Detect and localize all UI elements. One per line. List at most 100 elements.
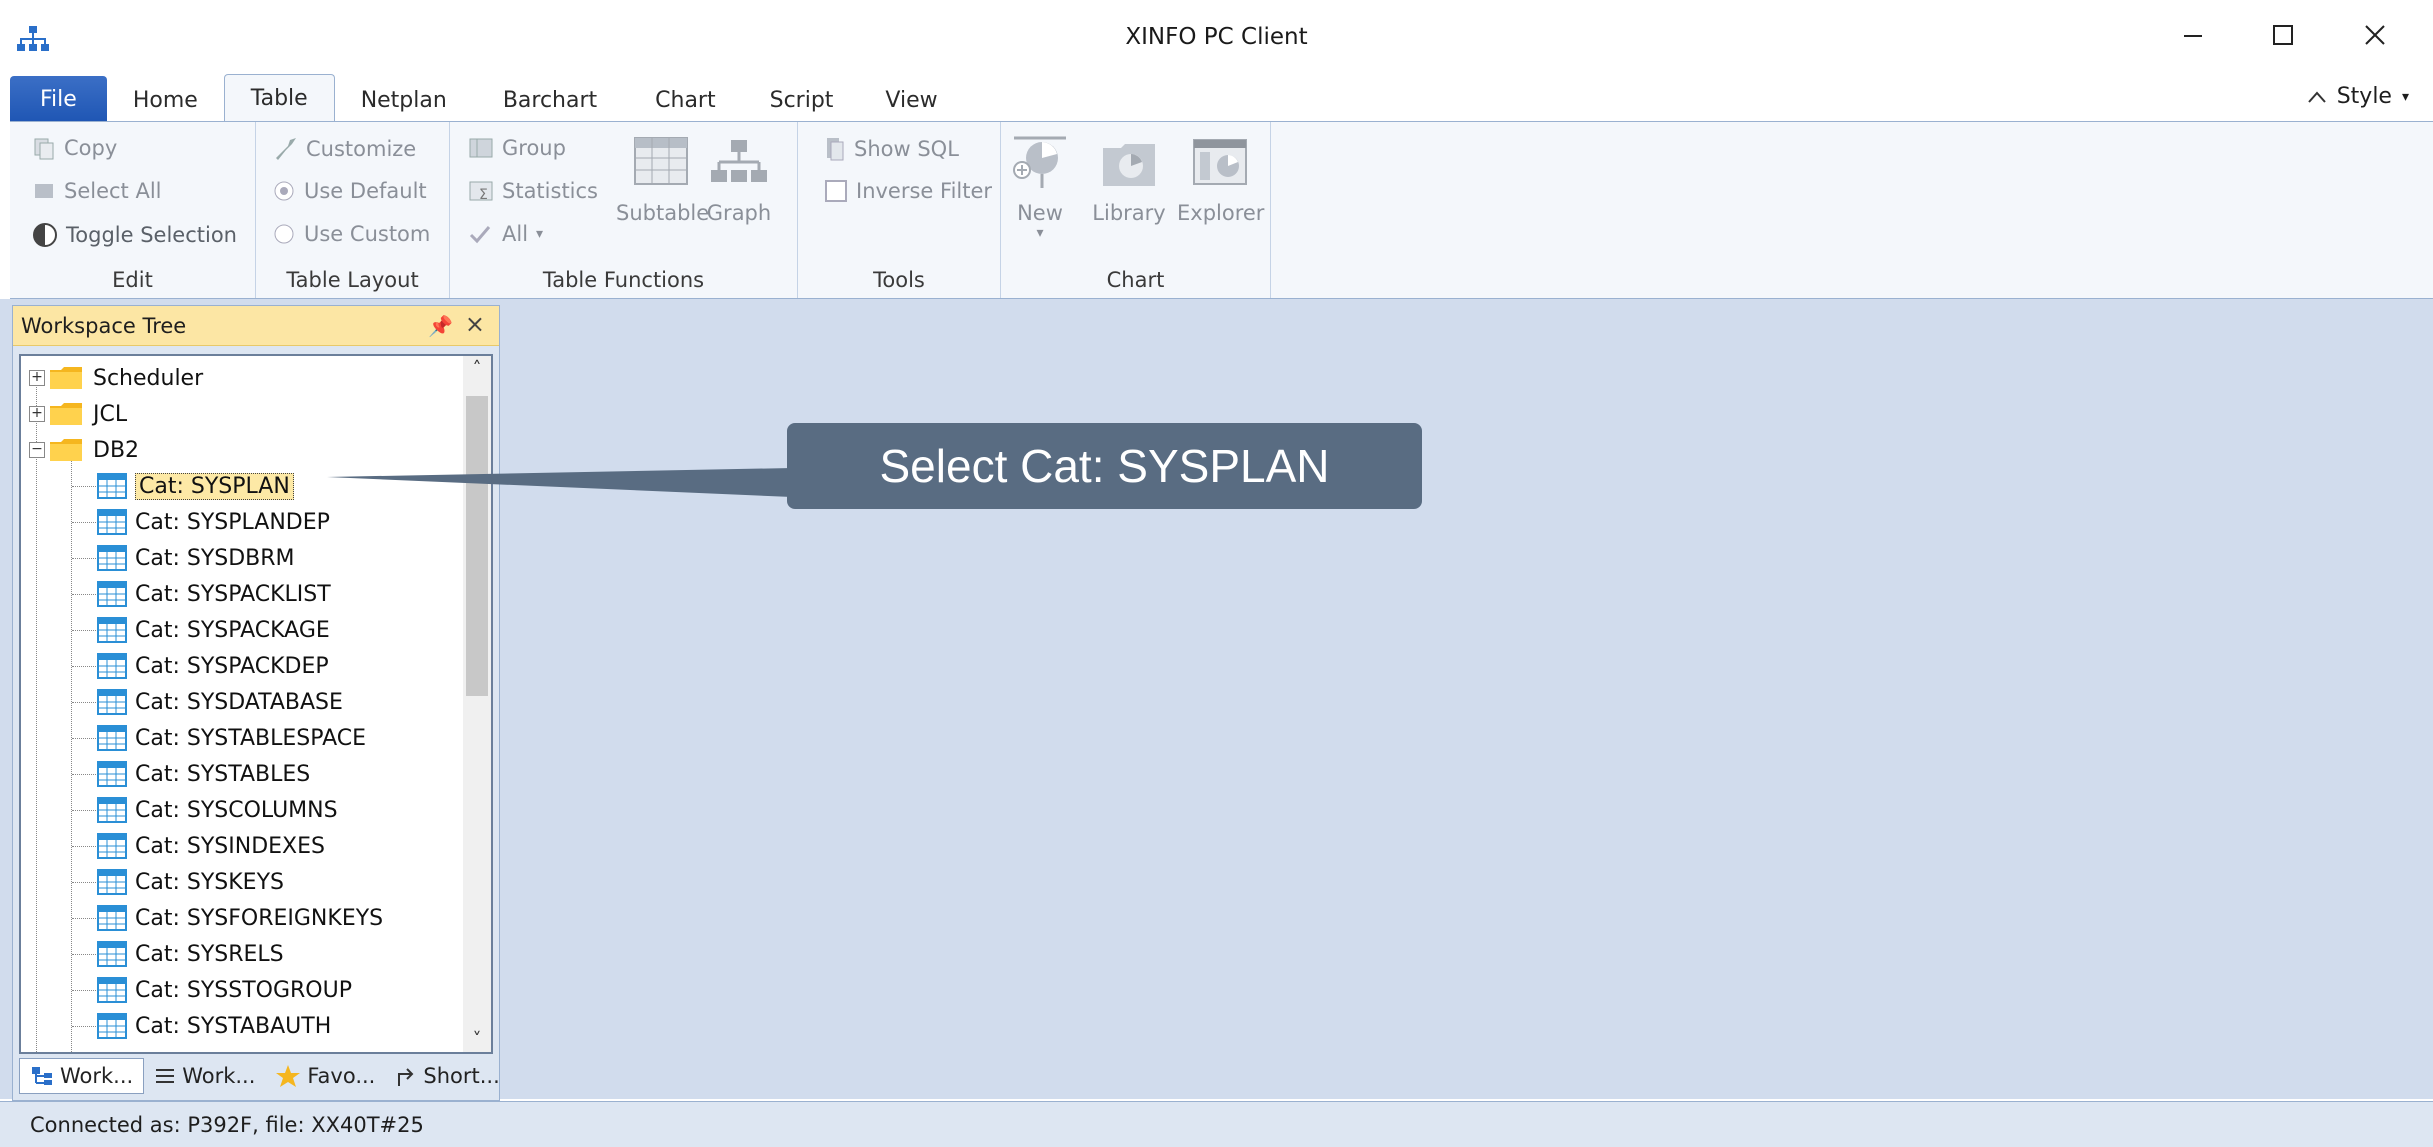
shortcut-arrow-icon: [398, 1068, 414, 1086]
tab-chart[interactable]: Chart: [627, 78, 743, 122]
table-icon: [97, 1013, 127, 1039]
all-label: All: [502, 222, 529, 246]
close-window-button[interactable]: [2340, 10, 2410, 60]
tab-barchart[interactable]: Barchart: [473, 78, 627, 122]
subtable-button[interactable]: Subtable: [616, 136, 709, 225]
tree-node-label: Cat: SYSINDEXES: [135, 833, 325, 859]
style-menu[interactable]: Style ▾: [2307, 84, 2409, 109]
group-chart: New ▾ Library Explorer Chart: [1001, 122, 1271, 298]
library-label: Library: [1092, 201, 1166, 225]
tab-label: Short...: [423, 1064, 500, 1088]
tab-workspace-tree[interactable]: Work...: [19, 1058, 145, 1094]
tab-table[interactable]: Table: [223, 74, 335, 122]
table-icon: [97, 905, 127, 931]
tree-node-label: Cat: SYSRELS: [135, 941, 284, 967]
collapse-ribbon-icon: [2307, 90, 2326, 103]
tree-node-catalog-table[interactable]: Cat: SYSINDEXES: [97, 829, 325, 863]
use-default-radio[interactable]: Use Default: [272, 179, 427, 203]
minimize-button[interactable]: [2158, 10, 2228, 60]
table-icon: [97, 725, 127, 751]
new-chart-button[interactable]: New ▾: [1005, 136, 1075, 241]
tree-node-catalog-table[interactable]: Cat: SYSPLAN: [97, 469, 294, 503]
radio-checked-icon: [274, 181, 294, 201]
tree-node-db2[interactable]: − DB2: [29, 433, 139, 467]
group-edit: Copy Select All Toggle Selection Edit: [10, 122, 256, 298]
statistics-button[interactable]: Σ Statistics: [468, 179, 598, 203]
folder-icon: [50, 403, 82, 425]
tree-node-catalog-table[interactable]: Cat: SYSDATABASE: [97, 685, 343, 719]
tree-node-label: Cat: SYSPLANDEP: [135, 509, 330, 535]
tab-shortcuts[interactable]: Short...: [385, 1058, 509, 1094]
maximize-button[interactable]: [2248, 10, 2318, 60]
tab-netplan[interactable]: Netplan: [335, 78, 473, 122]
expand-plus-icon[interactable]: +: [29, 370, 45, 386]
copy-button[interactable]: Copy: [32, 136, 117, 160]
tree-node-catalog-table[interactable]: Cat: SYSTABLESPACE: [97, 721, 366, 755]
tree-node-label: Cat: SYSTABLESPACE: [135, 725, 367, 751]
tree-node-catalog-table[interactable]: Cat: SYSPACKLIST: [97, 577, 331, 611]
all-dropdown[interactable]: All ▾: [468, 222, 543, 246]
tab-view[interactable]: View: [859, 78, 963, 122]
chevron-down-icon: ▾: [536, 226, 544, 242]
tree-node-label: Cat: SYSKEYS: [135, 869, 284, 895]
status-bar: Connected as: P392F, file: XX40T#25: [0, 1101, 2433, 1147]
group-label-chart: Chart: [1106, 268, 1165, 292]
tree-node-catalog-table[interactable]: Cat: SYSPACKDEP: [97, 649, 329, 683]
show-sql-button[interactable]: Show SQL: [824, 136, 959, 162]
use-custom-label: Use Custom: [304, 222, 431, 246]
svg-text:Σ: Σ: [479, 187, 488, 203]
tree-node-label: Cat: SYSPACKAGE: [135, 617, 330, 643]
group-label: Group: [502, 136, 566, 160]
tree-node-scheduler[interactable]: + Scheduler: [29, 361, 203, 395]
customize-label: Customize: [306, 137, 417, 161]
ribbon-tabs: File Home Table Netplan Barchart Chart S…: [10, 74, 964, 122]
panel-header: Workspace Tree 📌 ×: [13, 306, 499, 346]
toggle-selection-button[interactable]: Toggle Selection: [32, 222, 237, 248]
use-custom-radio[interactable]: Use Custom: [272, 222, 430, 246]
tab-home[interactable]: Home: [107, 78, 224, 122]
tab-favorites[interactable]: Favo...: [265, 1058, 385, 1094]
select-all-button[interactable]: Select All: [32, 179, 162, 203]
tree-node-catalog-table[interactable]: Cat: SYSSTOGROUP: [97, 973, 352, 1007]
library-button[interactable]: Library: [1089, 136, 1169, 225]
pin-icon[interactable]: 📌: [428, 314, 453, 338]
tree-node-catalog-table[interactable]: Cat: SYSPACKAGE: [97, 613, 330, 647]
collapse-minus-icon[interactable]: −: [29, 442, 45, 458]
inverse-filter-checkbox[interactable]: Inverse Filter: [824, 179, 992, 203]
scroll-up-icon[interactable]: ˄: [463, 358, 491, 379]
scroll-thumb[interactable]: [466, 396, 488, 696]
tree-node-label: Cat: SYSPACKLIST: [135, 581, 331, 607]
toggle-selection-icon: [33, 223, 57, 247]
tree-node-catalog-table[interactable]: Cat: SYSPLANDEP: [97, 505, 330, 539]
panel-close-icon[interactable]: ×: [465, 310, 485, 338]
tree-node-catalog-table[interactable]: Cat: SYSRELS: [97, 937, 284, 971]
explorer-label: Explorer: [1177, 201, 1265, 225]
close-icon: [2365, 25, 2385, 45]
chevron-down-icon: ▾: [1036, 225, 1044, 241]
panel-title: Workspace Tree: [21, 313, 187, 338]
table-icon: [97, 833, 127, 859]
tab-script[interactable]: Script: [744, 78, 860, 122]
tree-scrollbar[interactable]: ˄ ˅: [463, 356, 491, 1052]
tree-node-catalog-table[interactable]: Cat: SYSDBRM: [97, 541, 295, 575]
graph-button[interactable]: Graph: [704, 136, 774, 225]
group-button[interactable]: Group: [468, 136, 566, 160]
tree-node-catalog-table[interactable]: Cat: SYSCOLUMNS: [97, 793, 338, 827]
tree-node-catalog-table[interactable]: Cat: SYSTABAUTH: [97, 1009, 331, 1043]
minimize-icon: [2184, 35, 2202, 37]
expand-plus-icon[interactable]: +: [29, 406, 45, 422]
tab-workspace-list[interactable]: Work...: [144, 1058, 265, 1094]
tree-node-jcl[interactable]: + JCL: [29, 397, 127, 431]
group-label-tools: Tools: [873, 268, 925, 292]
tree-node-catalog-table[interactable]: Cat: SYSKEYS: [97, 865, 284, 899]
tab-file[interactable]: File: [10, 76, 107, 122]
tree-node-catalog-table[interactable]: Cat: SYSFOREIGNKEYS: [97, 901, 383, 935]
tree-node-label: Cat: SYSPACKDEP: [135, 653, 329, 679]
scroll-down-icon[interactable]: ˅: [463, 1029, 491, 1050]
customize-button[interactable]: Customize: [272, 136, 416, 162]
tree-node-label: Cat: SYSSTOGROUP: [135, 977, 352, 1003]
explorer-button[interactable]: Explorer: [1177, 136, 1265, 225]
workspace-tree-panel: Workspace Tree 📌 × + Scheduler + JCL − D…: [12, 305, 500, 1101]
star-icon: [276, 1065, 301, 1087]
tree-node-catalog-table[interactable]: Cat: SYSTABLES: [97, 757, 310, 791]
